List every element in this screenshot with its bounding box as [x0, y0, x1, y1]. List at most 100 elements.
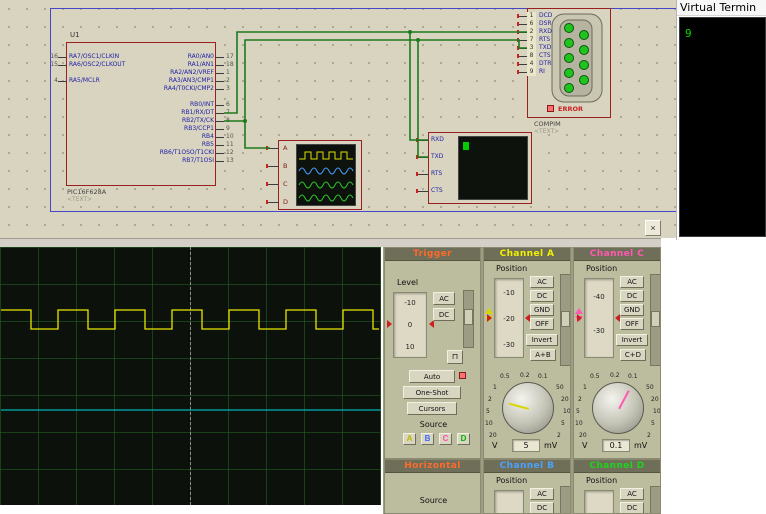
pin-stub: [58, 56, 66, 58]
pin-row: RB1/RX/DT 7: [70, 109, 240, 117]
channel-c-sum-button[interactable]: C+D: [620, 349, 646, 361]
dial-label: 0.1: [628, 373, 638, 380]
pin-row: 9 RI: [517, 68, 587, 76]
scope-input-label: B: [283, 162, 288, 170]
channel-a-position-slider[interactable]: -10 -20 -30: [494, 278, 524, 358]
error-led: [547, 105, 554, 112]
position-marker-left-icon: [487, 314, 492, 322]
trigger-scroll-handle[interactable]: [464, 309, 473, 325]
channel-a-invert-button[interactable]: Invert: [526, 334, 558, 346]
pin-number: 4: [527, 60, 536, 68]
scope-centerline: [190, 247, 191, 505]
channel-c-off-button[interactable]: OFF: [620, 318, 644, 330]
channel-b-dc-button[interactable]: DC: [530, 502, 554, 513]
source-b-button[interactable]: B: [421, 433, 434, 445]
pin-name: RB2/TX/CK: [181, 117, 214, 124]
pin-stub: [58, 64, 66, 66]
pin-row: RB3/CCP1 9: [70, 125, 240, 133]
channel-b-position-slider[interactable]: [494, 490, 524, 513]
channel-a-scroll-handle[interactable]: [561, 311, 570, 327]
channel-b-ac-button[interactable]: AC: [530, 488, 554, 500]
pin-stub: [519, 63, 527, 65]
dial-label: 50: [556, 384, 564, 391]
dial-label: 2: [578, 396, 582, 403]
pin-stub: [418, 156, 428, 158]
pin-name: RXD: [539, 28, 552, 35]
pin-stub: [58, 80, 66, 82]
channel-b-panel: Channel B Position AC DC: [483, 459, 571, 514]
pin-number: 2: [226, 77, 230, 84]
channel-c-volts-knob[interactable]: [592, 382, 644, 434]
channel-c-ac-button[interactable]: AC: [620, 276, 644, 288]
trigger-dc-button[interactable]: DC: [433, 308, 455, 321]
pin-name: RTS: [539, 36, 551, 43]
pin-name: TXD: [431, 153, 444, 160]
close-button[interactable]: ×: [645, 220, 661, 236]
auto-button[interactable]: Auto: [409, 370, 455, 383]
pin-number: 1: [226, 69, 230, 76]
pin-stub: [216, 56, 224, 58]
pin-name: RA2/AN2/VREF: [170, 69, 214, 76]
channel-a-scrollbar[interactable]: [560, 274, 570, 366]
mcu-text-placeholder: <TEXT>: [67, 196, 93, 203]
channel-d-position-slider[interactable]: [584, 490, 614, 513]
pin-row: 6 DSR: [517, 20, 587, 28]
trigger-edge-button[interactable]: ⊓: [447, 350, 463, 364]
channel-c-gnd-button[interactable]: GND: [620, 304, 644, 316]
channel-c-invert-button[interactable]: Invert: [616, 334, 648, 346]
channel-d-title: Channel D: [574, 460, 660, 473]
channel-a-ac-button[interactable]: AC: [530, 276, 554, 288]
pin-number: 11: [226, 141, 234, 148]
pin-row: RA1/AN1 18: [70, 61, 240, 69]
pin-stub: [216, 120, 224, 122]
knob-pointer-icon: [618, 389, 630, 410]
channel-a-off-button[interactable]: OFF: [530, 318, 554, 330]
pin-stub: [216, 112, 224, 114]
pin-stub: [519, 39, 527, 41]
pin-number: 7: [226, 109, 230, 116]
compim-error-label: ERROR: [558, 105, 583, 113]
channel-c-position-slider[interactable]: -40 -30: [584, 278, 614, 358]
channel-c-dc-button[interactable]: DC: [620, 290, 644, 302]
pin-name: CTS: [539, 52, 551, 59]
pin-stub: [519, 55, 527, 57]
scope-input-label: A: [283, 144, 288, 152]
unit-v-label: V: [492, 441, 498, 450]
pin-row: RB2/TX/CK 8: [70, 117, 240, 125]
virtual-terminal-titlebar[interactable]: Virtual Termin: [677, 0, 766, 16]
dial-label: 0.5: [500, 373, 510, 380]
pin-name: CTS: [431, 187, 443, 194]
trigger-level-slider[interactable]: -10 0 10: [393, 292, 427, 358]
trigger-panel: Trigger Level -10 0 10 AC DC ⊓ Auto One-…: [384, 247, 481, 459]
position-label: Position: [496, 476, 528, 485]
channel-a-sum-button[interactable]: A+B: [530, 349, 556, 361]
source-c-button[interactable]: C: [439, 433, 452, 445]
trigger-scrollbar[interactable]: [463, 290, 474, 348]
channel-c-scrollbar[interactable]: [650, 274, 660, 366]
channel-d-dc-button[interactable]: DC: [620, 502, 644, 513]
channel-a-volts-knob[interactable]: [502, 382, 554, 434]
trigger-ac-button[interactable]: AC: [433, 292, 455, 305]
channel-c-scroll-handle[interactable]: [651, 311, 660, 327]
channel-d-scrollbar[interactable]: [650, 486, 660, 513]
dial-label: 50: [646, 384, 654, 391]
source-d-button[interactable]: D: [457, 433, 470, 445]
cursors-button[interactable]: Cursors: [407, 402, 457, 415]
one-shot-button[interactable]: One-Shot: [403, 386, 461, 399]
schematic-canvas[interactable]: U1 PIC16F628A <TEXT> 16 RA7/OSC1/CLKIN 15…: [0, 0, 766, 238]
pin-number: 12: [226, 149, 234, 156]
pin-number: 6: [527, 20, 536, 28]
source-a-button[interactable]: A: [403, 433, 416, 445]
channel-a-dc-button[interactable]: DC: [530, 290, 554, 302]
channel-b-scrollbar[interactable]: [560, 486, 570, 513]
pin-row: 3 TXD: [517, 44, 587, 52]
channel-d-ac-button[interactable]: AC: [620, 488, 644, 500]
pin-stub: [216, 64, 224, 66]
channel-a-gnd-button[interactable]: GND: [530, 304, 554, 316]
pin-stub: [519, 71, 527, 73]
pin-number: 6: [226, 101, 230, 108]
pin-name: RB3/CCP1: [184, 125, 214, 132]
dial-label: 5: [486, 408, 490, 415]
pin-name: DCD: [539, 12, 553, 19]
channel-d-panel: Channel D Position AC DC: [573, 459, 661, 514]
